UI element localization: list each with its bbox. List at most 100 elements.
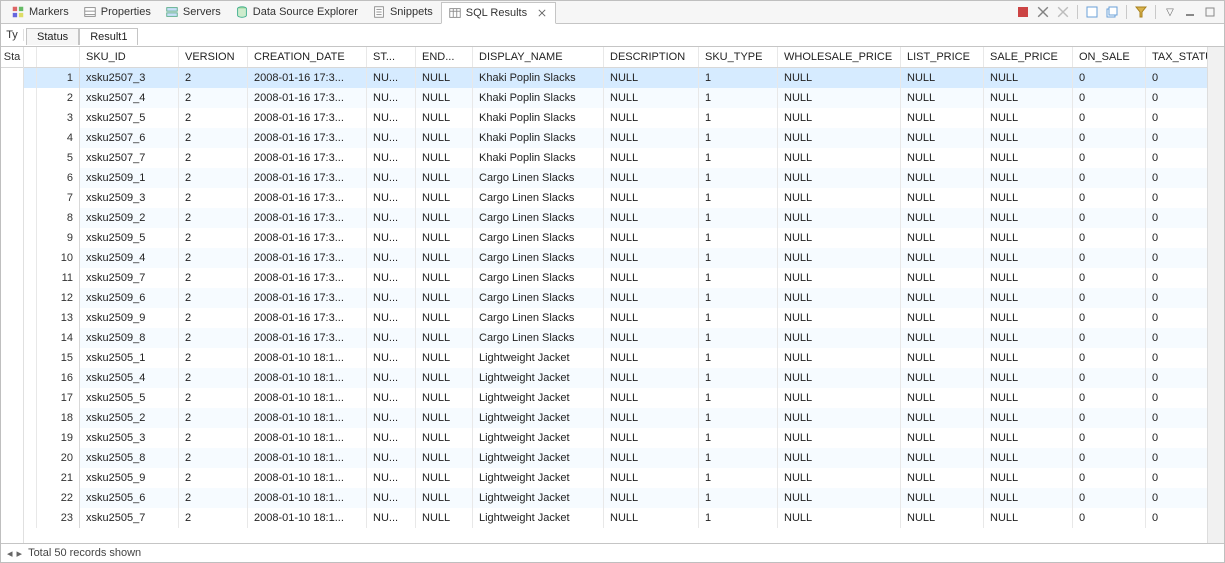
cell-wholesale_price[interactable]: NULL — [778, 368, 901, 388]
cell-on_sale[interactable]: 0 — [1073, 208, 1146, 228]
cell-rownum[interactable]: 1 — [37, 68, 80, 89]
cell-tax_status[interactable]: 0 — [1146, 348, 1208, 368]
cell-description[interactable]: NULL — [604, 208, 699, 228]
cell-sale_price[interactable]: NULL — [984, 208, 1073, 228]
table-row[interactable]: 2xsku2507_422008-01-16 17:3...NU...NULLK… — [24, 88, 1207, 108]
cell-creation_date[interactable]: 2008-01-10 18:1... — [248, 348, 367, 368]
cell-description[interactable]: NULL — [604, 128, 699, 148]
col-header-tax_status[interactable]: TAX_STATUS — [1146, 47, 1208, 68]
cell-display_name[interactable]: Cargo Linen Slacks — [473, 268, 604, 288]
cell-tax_status[interactable]: 0 — [1146, 368, 1208, 388]
cell-list_price[interactable]: NULL — [901, 308, 984, 328]
cell-creation_date[interactable]: 2008-01-16 17:3... — [248, 328, 367, 348]
cell-st[interactable]: NU... — [367, 468, 416, 488]
cell-display_name[interactable]: Khaki Poplin Slacks — [473, 88, 604, 108]
cell-list_price[interactable]: NULL — [901, 108, 984, 128]
cell-end[interactable]: NULL — [416, 468, 473, 488]
cell-display_name[interactable]: Cargo Linen Slacks — [473, 248, 604, 268]
cell-sku_type[interactable]: 1 — [699, 108, 778, 128]
cell-st[interactable]: NU... — [367, 308, 416, 328]
col-header-st[interactable]: ST... — [367, 47, 416, 68]
cell-creation_date[interactable]: 2008-01-16 17:3... — [248, 148, 367, 168]
cell-creation_date[interactable]: 2008-01-10 18:1... — [248, 508, 367, 528]
cell-sku_id[interactable]: xsku2505_6 — [80, 488, 179, 508]
cell-version[interactable]: 2 — [179, 508, 248, 528]
table-row[interactable]: 3xsku2507_522008-01-16 17:3...NU...NULLK… — [24, 108, 1207, 128]
cell-on_sale[interactable]: 0 — [1073, 448, 1146, 468]
cell-tax_status[interactable]: 0 — [1146, 208, 1208, 228]
cell-sku_id[interactable]: xsku2507_7 — [80, 148, 179, 168]
cell-tax_status[interactable]: 0 — [1146, 428, 1208, 448]
cell-description[interactable]: NULL — [604, 408, 699, 428]
cell-sku_id[interactable]: xsku2505_3 — [80, 428, 179, 448]
cell-sku_type[interactable]: 1 — [699, 448, 778, 468]
table-row[interactable]: 8xsku2509_222008-01-16 17:3...NU...NULLC… — [24, 208, 1207, 228]
cell-end[interactable]: NULL — [416, 208, 473, 228]
cell-creation_date[interactable]: 2008-01-10 18:1... — [248, 368, 367, 388]
cell-version[interactable]: 2 — [179, 228, 248, 248]
cell-tax_status[interactable]: 0 — [1146, 308, 1208, 328]
cell-wholesale_price[interactable]: NULL — [778, 488, 901, 508]
cell-creation_date[interactable]: 2008-01-16 17:3... — [248, 308, 367, 328]
cell-end[interactable]: NULL — [416, 128, 473, 148]
cell-on_sale[interactable]: 0 — [1073, 408, 1146, 428]
cell-end[interactable]: NULL — [416, 348, 473, 368]
cell-sale_price[interactable]: NULL — [984, 408, 1073, 428]
cell-rownum[interactable]: 20 — [37, 448, 80, 468]
cell-sku_id[interactable]: xsku2509_1 — [80, 168, 179, 188]
cell-list_price[interactable]: NULL — [901, 168, 984, 188]
cell-wholesale_price[interactable]: NULL — [778, 228, 901, 248]
cell-on_sale[interactable]: 0 — [1073, 108, 1146, 128]
cell-end[interactable]: NULL — [416, 368, 473, 388]
cell-sku_id[interactable]: xsku2505_4 — [80, 368, 179, 388]
cell-version[interactable]: 2 — [179, 348, 248, 368]
cell-sale_price[interactable]: NULL — [984, 488, 1073, 508]
cell-sku_id[interactable]: xsku2507_5 — [80, 108, 179, 128]
cell-on_sale[interactable]: 0 — [1073, 148, 1146, 168]
vertical-scrollbar[interactable] — [1207, 47, 1224, 543]
cell-sku_type[interactable]: 1 — [699, 368, 778, 388]
col-header-description[interactable]: DESCRIPTION — [604, 47, 699, 68]
cell-on_sale[interactable]: 0 — [1073, 328, 1146, 348]
cell-rownum[interactable]: 8 — [37, 208, 80, 228]
view-tab-properties[interactable]: Properties — [77, 2, 157, 22]
cell-description[interactable]: NULL — [604, 308, 699, 328]
cell-wholesale_price[interactable]: NULL — [778, 428, 901, 448]
col-header-on_sale[interactable]: ON_SALE — [1073, 47, 1146, 68]
cell-display_name[interactable]: Khaki Poplin Slacks — [473, 68, 604, 89]
cell-rownum[interactable]: 11 — [37, 268, 80, 288]
cell-wholesale_price[interactable]: NULL — [778, 208, 901, 228]
cell-version[interactable]: 2 — [179, 168, 248, 188]
cell-version[interactable]: 2 — [179, 368, 248, 388]
cell-sku_id[interactable]: xsku2505_8 — [80, 448, 179, 468]
cell-sku_id[interactable]: xsku2509_3 — [80, 188, 179, 208]
cell-sale_price[interactable]: NULL — [984, 168, 1073, 188]
cell-wholesale_price[interactable]: NULL — [778, 348, 901, 368]
cell-end[interactable]: NULL — [416, 328, 473, 348]
cell-st[interactable]: NU... — [367, 128, 416, 148]
cell-version[interactable]: 2 — [179, 488, 248, 508]
cell-rownum[interactable]: 13 — [37, 308, 80, 328]
cell-sale_price[interactable]: NULL — [984, 508, 1073, 528]
col-header-version[interactable]: VERSION — [179, 47, 248, 68]
cell-description[interactable]: NULL — [604, 368, 699, 388]
table-row[interactable]: 23xsku2505_722008-01-10 18:1...NU...NULL… — [24, 508, 1207, 528]
multi-tab-icon[interactable] — [1104, 4, 1120, 20]
cell-description[interactable]: NULL — [604, 188, 699, 208]
cell-on_sale[interactable]: 0 — [1073, 368, 1146, 388]
cell-tax_status[interactable]: 0 — [1146, 388, 1208, 408]
col-header-display_name[interactable]: DISPLAY_NAME — [473, 47, 604, 68]
cell-description[interactable]: NULL — [604, 248, 699, 268]
cell-list_price[interactable]: NULL — [901, 68, 984, 89]
cell-on_sale[interactable]: 0 — [1073, 508, 1146, 528]
cell-wholesale_price[interactable]: NULL — [778, 188, 901, 208]
cell-list_price[interactable]: NULL — [901, 148, 984, 168]
cell-display_name[interactable]: Khaki Poplin Slacks — [473, 148, 604, 168]
cell-description[interactable]: NULL — [604, 288, 699, 308]
cell-description[interactable]: NULL — [604, 268, 699, 288]
cell-version[interactable]: 2 — [179, 448, 248, 468]
cell-on_sale[interactable]: 0 — [1073, 308, 1146, 328]
cell-sku_id[interactable]: xsku2505_9 — [80, 468, 179, 488]
cell-st[interactable]: NU... — [367, 148, 416, 168]
cell-st[interactable]: NU... — [367, 188, 416, 208]
